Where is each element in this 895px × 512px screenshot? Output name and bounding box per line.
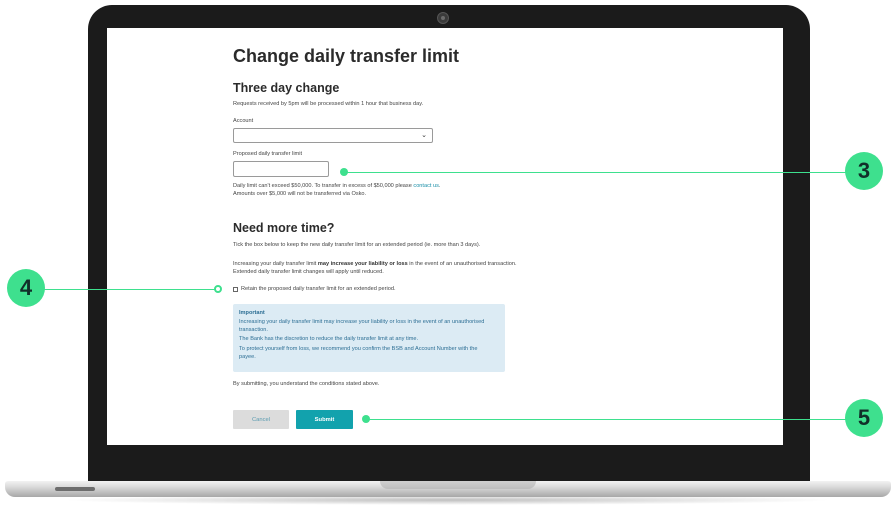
important-line: transaction. — [239, 326, 268, 333]
three-day-intro: Requests received by 5pm will be process… — [233, 101, 424, 107]
limit-input[interactable] — [233, 161, 329, 177]
submit-button[interactable]: Submit — [296, 410, 353, 429]
important-info-box: Important Increasing your daily transfer… — [233, 304, 505, 372]
extended-note: Extended daily transfer limit changes wi… — [233, 269, 384, 275]
three-day-heading: Three day change — [233, 81, 340, 95]
callout-5-line — [368, 419, 846, 420]
more-time-intro: Tick the box below to keep the new daily… — [233, 242, 481, 248]
limit-note-line1: Daily limit can't exceed $50,000. To tra… — [233, 183, 441, 189]
more-time-heading: Need more time? — [233, 221, 335, 235]
limit-label: Proposed daily transfer limit — [233, 151, 303, 157]
laptop-screen: Change daily transfer limit Three day ch… — [107, 28, 783, 445]
cancel-button[interactable]: Cancel — [233, 410, 289, 429]
laptop-notch — [380, 481, 536, 489]
account-label: Account — [233, 118, 254, 124]
callout-4-anchor — [214, 285, 222, 293]
callout-3-badge: 3 — [845, 152, 883, 190]
extended-period-option[interactable]: Retain the proposed daily transfer limit… — [233, 286, 396, 292]
callout-4-badge: 4 — [7, 269, 45, 307]
important-line: Increasing your daily transfer limit may… — [239, 319, 485, 325]
important-line: payee. — [239, 353, 256, 360]
laptop-port — [55, 487, 95, 491]
contact-us-link[interactable]: contact us — [413, 183, 439, 189]
submit-note: By submitting, you understand the condit… — [233, 381, 380, 387]
limit-note-line2: Amounts over $5,000 will not be transfer… — [233, 191, 367, 197]
callout-4-line — [44, 289, 218, 290]
important-title: Important — [239, 310, 265, 316]
important-line: The Bank has the discretion to reduce th… — [239, 336, 419, 342]
callout-5-badge: 5 — [845, 399, 883, 437]
camera-icon — [437, 12, 449, 24]
page-title: Change daily transfer limit — [233, 46, 460, 66]
account-select[interactable]: ⌄ — [233, 128, 433, 143]
extended-period-checkbox[interactable] — [233, 286, 238, 292]
laptop-base — [5, 481, 891, 497]
callout-3-line — [346, 172, 846, 173]
liability-warning: Increasing your daily transfer limit may… — [233, 261, 517, 267]
important-line: To protect yourself from loss, we recomm… — [239, 346, 478, 352]
chevron-down-icon: ⌄ — [421, 132, 427, 139]
extended-period-label: Retain the proposed daily transfer limit… — [241, 286, 396, 292]
